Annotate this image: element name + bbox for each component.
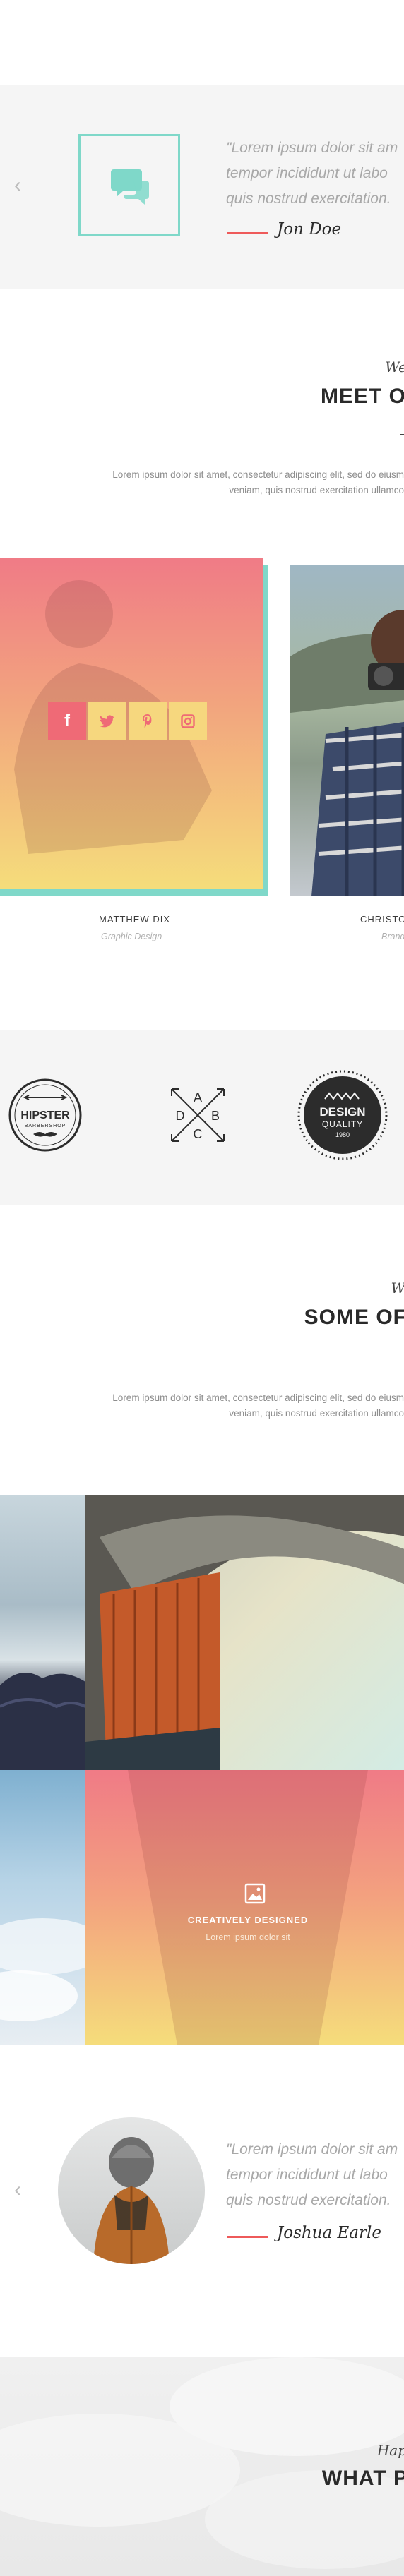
svg-text:C: C <box>194 1127 203 1141</box>
section-title: SOME OF <box>304 1306 404 1329</box>
prev-arrow-icon[interactable]: ‹ <box>14 175 21 196</box>
hipster-barbershop-logo: HIPSTER BARBERSHOP <box>8 1078 82 1152</box>
rocks-photo <box>0 1673 85 1770</box>
testimonial-section-bottom: ‹ "Lorem ipsum dolor sit am tempor incid… <box>0 2045 404 2357</box>
author-divider <box>227 232 268 234</box>
title-underline <box>400 434 404 435</box>
section-title: WHAT P <box>321 2467 404 2490</box>
member-name: MATTHEW DIX <box>99 914 171 925</box>
section-description: Lorem ipsum dolor sit amet, consectetur … <box>112 469 404 495</box>
testimonial-author: Jon Doe <box>277 220 342 239</box>
portfolio-tile[interactable] <box>85 1495 404 1770</box>
member-name: CHRISTO <box>360 914 404 925</box>
photographer-photo <box>290 610 404 896</box>
pinterest-icon <box>143 714 152 728</box>
design-quality-badge: DESIGN QUALITY 1980 <box>297 1070 388 1160</box>
section-title: MEET O <box>320 385 404 408</box>
twitter-button[interactable] <box>88 702 126 740</box>
clients-section: HIPSTER BARBERSHOP A D B C DESIGN QUALIT… <box>0 1030 404 1205</box>
member-role: Brand <box>381 932 404 941</box>
featured-subtitle: Lorem ipsum dolor sit <box>206 1932 290 1942</box>
svg-text:B: B <box>211 1109 220 1123</box>
team-card[interactable]: f <box>0 558 268 896</box>
building-overlay <box>128 1770 368 2045</box>
chat-icon-box <box>78 134 180 236</box>
author-divider <box>227 2236 268 2238</box>
abcd-arrows-logo: A D B C <box>171 1088 225 1142</box>
svg-text:1980: 1980 <box>335 1131 350 1138</box>
svg-text:HIPSTER: HIPSTER <box>20 1109 70 1121</box>
svg-text:QUALITY: QUALITY <box>322 1119 363 1129</box>
testimonial-author: Joshua Earle <box>277 2224 381 2242</box>
team-card[interactable] <box>290 565 404 896</box>
team-section: We MEET O Lorem ipsum dolor sit amet, co… <box>0 289 404 1030</box>
image-icon <box>244 1883 266 1904</box>
svg-text:BARBERSHOP: BARBERSHOP <box>25 1124 66 1128</box>
twitter-icon <box>100 715 114 728</box>
svg-text:DESIGN: DESIGN <box>319 1105 365 1119</box>
instagram-button[interactable] <box>169 702 207 740</box>
prev-arrow-icon[interactable]: ‹ <box>14 2179 21 2201</box>
pricing-section: Hap WHAT P <box>0 2357 404 2576</box>
featured-title: CREATIVELY DESIGNED <box>187 1915 309 1925</box>
svg-text:A: A <box>194 1090 202 1105</box>
architecture-photo <box>85 1495 404 1770</box>
section-pretitle: W <box>391 1280 404 1296</box>
clouds-photo <box>0 1918 106 2021</box>
facebook-button[interactable]: f <box>48 702 86 740</box>
person-photo <box>93 2137 170 2264</box>
avatar <box>58 2117 205 2264</box>
testimonial-quote: "Lorem ipsum dolor sit am tempor incidid… <box>226 140 398 207</box>
member-role: Graphic Design <box>101 932 162 941</box>
testimonial-section-top: ‹ "Lorem ipsum dolor sit am tempor incid… <box>0 85 404 289</box>
section-pretitle: We <box>385 359 404 375</box>
portfolio-tile[interactable] <box>0 1495 85 1770</box>
works-section: W SOME OF Lorem ipsum dolor sit amet, co… <box>0 1205 404 2045</box>
pinterest-button[interactable] <box>129 702 167 740</box>
instagram-icon <box>181 714 195 728</box>
portfolio-tile-featured[interactable]: CREATIVELY DESIGNED Lorem ipsum dolor si… <box>85 1770 404 2045</box>
testimonial-quote: "Lorem ipsum dolor sit am tempor incidid… <box>226 2141 398 2208</box>
facebook-icon: f <box>64 711 70 730</box>
svg-text:D: D <box>176 1109 185 1123</box>
portfolio-tile[interactable] <box>0 1770 106 2045</box>
team-photo: f <box>0 558 263 889</box>
chat-bubbles-icon <box>111 169 149 205</box>
section-description: Lorem ipsum dolor sit amet, consectetur … <box>112 1392 404 1419</box>
section-pretitle: Hap <box>376 2442 404 2459</box>
